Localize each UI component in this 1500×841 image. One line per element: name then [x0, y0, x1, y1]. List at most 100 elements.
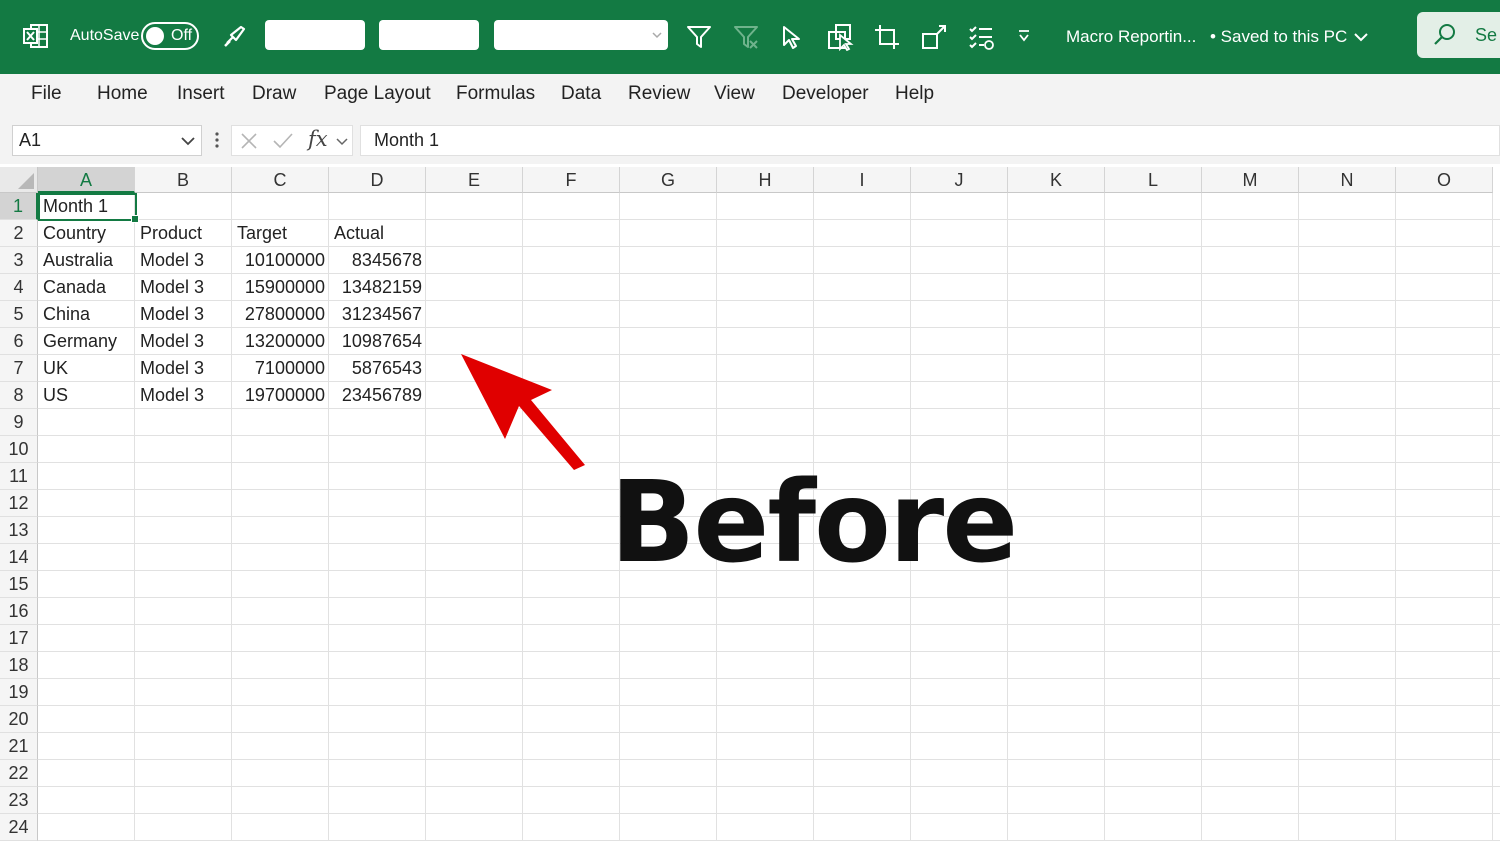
- tab-home[interactable]: Home: [97, 83, 148, 105]
- column-header-d[interactable]: D: [329, 167, 426, 193]
- tab-formulas[interactable]: Formulas: [456, 83, 535, 105]
- customize-toolbar-icon[interactable]: [1014, 26, 1034, 46]
- column-header-m[interactable]: M: [1202, 167, 1299, 193]
- active-cell-selection[interactable]: [38, 193, 139, 223]
- column-header-c[interactable]: C: [232, 167, 329, 193]
- column-header-f[interactable]: F: [523, 167, 620, 193]
- formula-input[interactable]: Month 1: [360, 125, 1500, 156]
- cell-a2[interactable]: Country: [43, 220, 106, 247]
- select-all-corner[interactable]: [0, 167, 38, 193]
- column-header-h[interactable]: H: [717, 167, 814, 193]
- row-header-17[interactable]: 17: [0, 625, 38, 652]
- cell-c3[interactable]: 10100000: [232, 247, 325, 274]
- column-header-b[interactable]: B: [135, 167, 232, 193]
- quick-access-dropdown[interactable]: [494, 20, 668, 50]
- column-header-a[interactable]: A: [38, 167, 135, 193]
- cell-d4[interactable]: 13482159: [329, 274, 422, 301]
- cell-b7[interactable]: Model 3: [140, 355, 204, 382]
- column-header-l[interactable]: L: [1105, 167, 1202, 193]
- row-header-14[interactable]: 14: [0, 544, 38, 571]
- filter-icon[interactable]: [684, 22, 714, 52]
- cell-c5[interactable]: 27800000: [232, 301, 325, 328]
- tab-insert[interactable]: Insert: [177, 83, 225, 105]
- row-header-15[interactable]: 15: [0, 571, 38, 598]
- row-header-20[interactable]: 20: [0, 706, 38, 733]
- row-header-5[interactable]: 5: [0, 301, 38, 328]
- cell-b6[interactable]: Model 3: [140, 328, 204, 355]
- column-header-e[interactable]: E: [426, 167, 523, 193]
- resize-shape-icon[interactable]: [919, 22, 949, 52]
- clear-filter-icon[interactable]: [731, 22, 761, 52]
- row-header-2[interactable]: 2: [0, 220, 38, 247]
- column-header-o[interactable]: O: [1396, 167, 1493, 193]
- column-header-g[interactable]: G: [620, 167, 717, 193]
- tab-page-layout[interactable]: Page Layout: [324, 83, 431, 105]
- cell-a5[interactable]: China: [43, 301, 90, 328]
- more-options-icon[interactable]: [212, 130, 222, 152]
- row-header-3[interactable]: 3: [0, 247, 38, 274]
- cell-a8[interactable]: US: [43, 382, 68, 409]
- cell-d8[interactable]: 23456789: [329, 382, 422, 409]
- document-title[interactable]: Macro Reportin...: [1066, 27, 1196, 47]
- fill-handle[interactable]: [131, 215, 139, 223]
- select-objects-icon[interactable]: [825, 22, 855, 52]
- chevron-down-icon[interactable]: [1352, 28, 1370, 46]
- row-header-1[interactable]: 1: [0, 193, 38, 220]
- row-header-21[interactable]: 21: [0, 733, 38, 760]
- tab-review[interactable]: Review: [628, 83, 690, 105]
- name-box[interactable]: A1: [12, 125, 202, 156]
- row-header-19[interactable]: 19: [0, 679, 38, 706]
- cell-d3[interactable]: 8345678: [329, 247, 422, 274]
- cell-c8[interactable]: 19700000: [232, 382, 325, 409]
- row-header-11[interactable]: 11: [0, 463, 38, 490]
- cell-c4[interactable]: 15900000: [232, 274, 325, 301]
- cell-b2[interactable]: Product: [140, 220, 202, 247]
- column-header-n[interactable]: N: [1299, 167, 1396, 193]
- tab-file[interactable]: File: [31, 83, 62, 105]
- cell-b3[interactable]: Model 3: [140, 247, 204, 274]
- row-header-4[interactable]: 4: [0, 274, 38, 301]
- save-status[interactable]: • Saved to this PC: [1210, 27, 1347, 47]
- column-header-k[interactable]: K: [1008, 167, 1105, 193]
- cell-b8[interactable]: Model 3: [140, 382, 204, 409]
- insert-function-icon[interactable]: fx: [308, 127, 328, 151]
- cell-c7[interactable]: 7100000: [232, 355, 325, 382]
- row-header-9[interactable]: 9: [0, 409, 38, 436]
- row-header-8[interactable]: 8: [0, 382, 38, 409]
- enter-check-icon[interactable]: [272, 132, 294, 150]
- row-header-10[interactable]: 10: [0, 436, 38, 463]
- tab-developer[interactable]: Developer: [782, 83, 869, 105]
- column-header-j[interactable]: J: [911, 167, 1008, 193]
- tab-view[interactable]: View: [714, 83, 755, 105]
- cell-d2[interactable]: Actual: [334, 220, 384, 247]
- cell-b5[interactable]: Model 3: [140, 301, 204, 328]
- cell-c2[interactable]: Target: [237, 220, 287, 247]
- crop-icon[interactable]: [872, 22, 902, 52]
- tab-data[interactable]: Data: [561, 83, 601, 105]
- cell-d7[interactable]: 5876543: [329, 355, 422, 382]
- cell-a6[interactable]: Germany: [43, 328, 117, 355]
- excel-logo-icon[interactable]: [22, 22, 50, 50]
- cell-c6[interactable]: 13200000: [232, 328, 325, 355]
- cell-d6[interactable]: 10987654: [329, 328, 422, 355]
- row-header-7[interactable]: 7: [0, 355, 38, 382]
- row-header-16[interactable]: 16: [0, 598, 38, 625]
- row-header-18[interactable]: 18: [0, 652, 38, 679]
- row-header-12[interactable]: 12: [0, 490, 38, 517]
- tab-draw[interactable]: Draw: [252, 83, 296, 105]
- cell-a7[interactable]: UK: [43, 355, 68, 382]
- row-header-24[interactable]: 24: [0, 814, 38, 841]
- select-pointer-icon[interactable]: [776, 22, 806, 52]
- cancel-icon[interactable]: [240, 132, 258, 150]
- row-header-23[interactable]: 23: [0, 787, 38, 814]
- column-header-i[interactable]: I: [814, 167, 911, 193]
- paintbrush-icon[interactable]: [221, 22, 249, 50]
- checklist-icon[interactable]: [966, 22, 996, 52]
- row-header-22[interactable]: 22: [0, 760, 38, 787]
- row-header-6[interactable]: 6: [0, 328, 38, 355]
- chevron-down-icon[interactable]: [181, 136, 195, 146]
- chevron-down-icon[interactable]: [336, 137, 348, 146]
- cell-d5[interactable]: 31234567: [329, 301, 422, 328]
- cell-a4[interactable]: Canada: [43, 274, 106, 301]
- row-header-13[interactable]: 13: [0, 517, 38, 544]
